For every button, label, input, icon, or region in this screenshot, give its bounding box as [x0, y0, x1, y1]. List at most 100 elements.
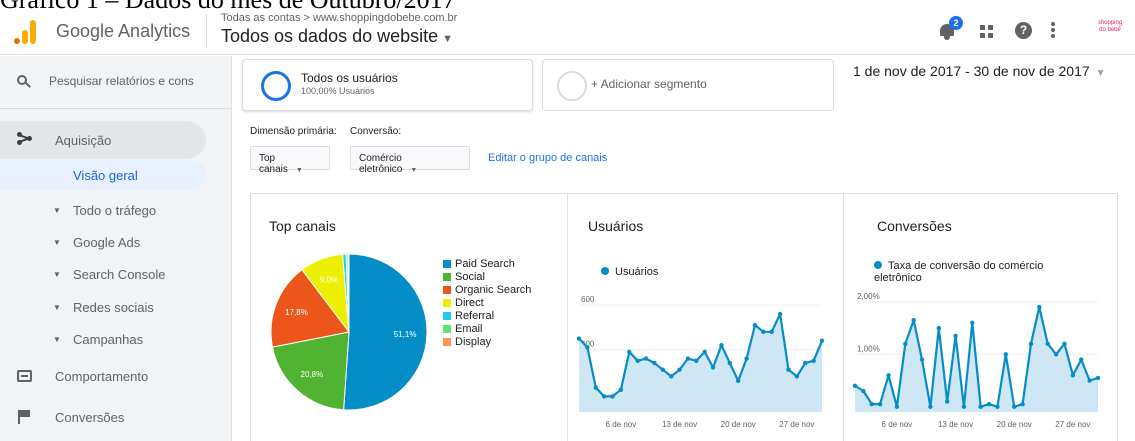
data-point[interactable]: [652, 360, 657, 366]
data-point[interactable]: [970, 320, 975, 326]
conversion-dropdown[interactable]: Comércio eletrônico ▼: [350, 146, 470, 175]
sidebar-item-conversoes[interactable]: Conversões: [0, 400, 232, 434]
data-point[interactable]: [677, 367, 682, 372]
series-area: [579, 314, 822, 412]
data-point[interactable]: [585, 345, 590, 350]
header-divider: [206, 14, 207, 48]
data-point[interactable]: [936, 325, 941, 331]
data-point[interactable]: [886, 373, 891, 378]
legend-swatch: [443, 260, 451, 268]
data-point[interactable]: [794, 374, 800, 379]
chevron-down-icon: ▼: [1095, 68, 1106, 79]
conversions-chart-title: Conversões: [877, 218, 952, 234]
data-point[interactable]: [961, 404, 967, 409]
data-point[interactable]: [627, 349, 632, 355]
conversions-line-chart[interactable]: 2,00% 1,00% 6 de nov 13 de nov 20 de nov 27 d…: [843, 284, 1119, 441]
x-tick-label: 27 de nov: [779, 420, 814, 429]
data-point[interactable]: [643, 356, 649, 361]
data-point[interactable]: [593, 385, 598, 390]
data-point[interactable]: [811, 358, 816, 363]
data-point[interactable]: [618, 387, 624, 392]
data-point[interactable]: [928, 404, 933, 409]
data-point[interactable]: [777, 311, 783, 317]
sidebar-item-todo-trafego[interactable]: ▼ Todo o tráfego: [0, 196, 232, 226]
data-point[interactable]: [1053, 352, 1059, 357]
data-point[interactable]: [1003, 352, 1009, 357]
sidebar-item-comportamento[interactable]: Comportamento: [0, 359, 232, 393]
dropdown-value: Comércio eletrônico: [359, 153, 403, 175]
view-selector[interactable]: Todos os dados do website ▼: [221, 26, 453, 47]
data-point[interactable]: [819, 338, 825, 343]
data-point[interactable]: [601, 394, 607, 399]
data-point[interactable]: [576, 336, 582, 341]
data-point[interactable]: [1062, 341, 1067, 347]
data-point[interactable]: [702, 349, 707, 355]
data-point[interactable]: [635, 358, 640, 363]
data-point[interactable]: [660, 367, 665, 372]
sidebar-item-redes-sociais[interactable]: ▼ Redes sociais: [0, 293, 232, 323]
analytics-logo-icon[interactable]: [14, 18, 38, 44]
search-icon[interactable]: [17, 75, 31, 88]
legend-label: Direct: [455, 297, 484, 309]
data-point[interactable]: [1079, 357, 1084, 362]
data-point[interactable]: [685, 356, 691, 361]
data-point[interactable]: [1020, 401, 1025, 407]
data-point[interactable]: [727, 360, 733, 366]
sidebar-item-visao-geral[interactable]: Visão geral: [0, 160, 206, 190]
report-search-input[interactable]: [49, 74, 224, 88]
data-point[interactable]: [894, 404, 900, 409]
legend-item-referral: Referral: [443, 310, 531, 322]
apps-grid-icon[interactable]: [980, 25, 993, 38]
data-point[interactable]: [944, 399, 950, 404]
sidebar-item-search-console[interactable]: ▼ Search Console: [0, 260, 232, 290]
data-point[interactable]: [610, 394, 615, 399]
data-point[interactable]: [1012, 404, 1017, 409]
sidebar-item-google-ads[interactable]: ▼ Google Ads: [0, 228, 232, 258]
data-point[interactable]: [919, 357, 925, 362]
data-point[interactable]: [736, 378, 741, 384]
more-options-icon[interactable]: [1051, 22, 1055, 39]
data-point[interactable]: [710, 365, 716, 370]
account-avatar[interactable]: shopping do bebê: [1090, 20, 1130, 40]
data-point[interactable]: [694, 358, 699, 363]
help-icon[interactable]: ?: [1015, 22, 1032, 39]
data-point[interactable]: [986, 401, 992, 407]
pie-slice-label: 51,1%: [394, 330, 417, 339]
data-point[interactable]: [1070, 373, 1076, 378]
data-point[interactable]: [903, 341, 908, 347]
data-point[interactable]: [995, 404, 1000, 409]
segment-all-users[interactable]: Todos os usuários 100,00% Usuários: [242, 59, 533, 111]
sidebar-item-campanhas[interactable]: ▼ Campanhas: [0, 325, 232, 355]
data-point[interactable]: [668, 374, 674, 379]
account-breadcrumb[interactable]: Todas as contas > www.shoppingdobebe.com…: [221, 12, 457, 24]
data-point[interactable]: [978, 404, 983, 409]
data-point[interactable]: [769, 329, 774, 335]
chevron-down-icon: ▼: [442, 33, 454, 45]
data-point[interactable]: [1045, 341, 1050, 347]
date-range-picker[interactable]: 1 de nov de 2017 - 30 de nov de 2017 ▼: [853, 63, 1106, 79]
app-name[interactable]: Google Analytics: [56, 21, 190, 42]
add-segment-button[interactable]: + Adicionar segmento: [542, 59, 834, 111]
legend-item-social: Social: [443, 271, 531, 283]
data-point[interactable]: [852, 383, 858, 388]
data-point[interactable]: [761, 329, 766, 335]
data-point[interactable]: [911, 318, 916, 323]
data-point[interactable]: [1028, 341, 1034, 347]
edit-channel-group-link[interactable]: Editar o grupo de canais: [488, 152, 607, 164]
data-point[interactable]: [744, 356, 749, 361]
users-line-chart[interactable]: 6004002006 de nov13 de nov20 de nov27 de…: [567, 284, 843, 441]
top-channels-pie-chart[interactable]: 51,1% 20,8% 17,8% 9,0%: [251, 244, 441, 424]
primary-dimension-dropdown[interactable]: Top canais ▼: [250, 146, 330, 175]
data-point[interactable]: [1037, 304, 1042, 310]
data-point[interactable]: [953, 333, 958, 339]
data-point[interactable]: [1095, 375, 1101, 381]
data-point[interactable]: [877, 401, 883, 407]
data-point[interactable]: [719, 343, 724, 348]
data-point[interactable]: [1087, 378, 1092, 383]
data-point[interactable]: [803, 360, 808, 366]
data-point[interactable]: [861, 388, 866, 394]
data-point[interactable]: [752, 322, 758, 328]
data-point[interactable]: [869, 401, 874, 407]
data-point[interactable]: [786, 367, 791, 372]
sidebar-item-aquisicao[interactable]: Aquisição: [0, 121, 206, 159]
